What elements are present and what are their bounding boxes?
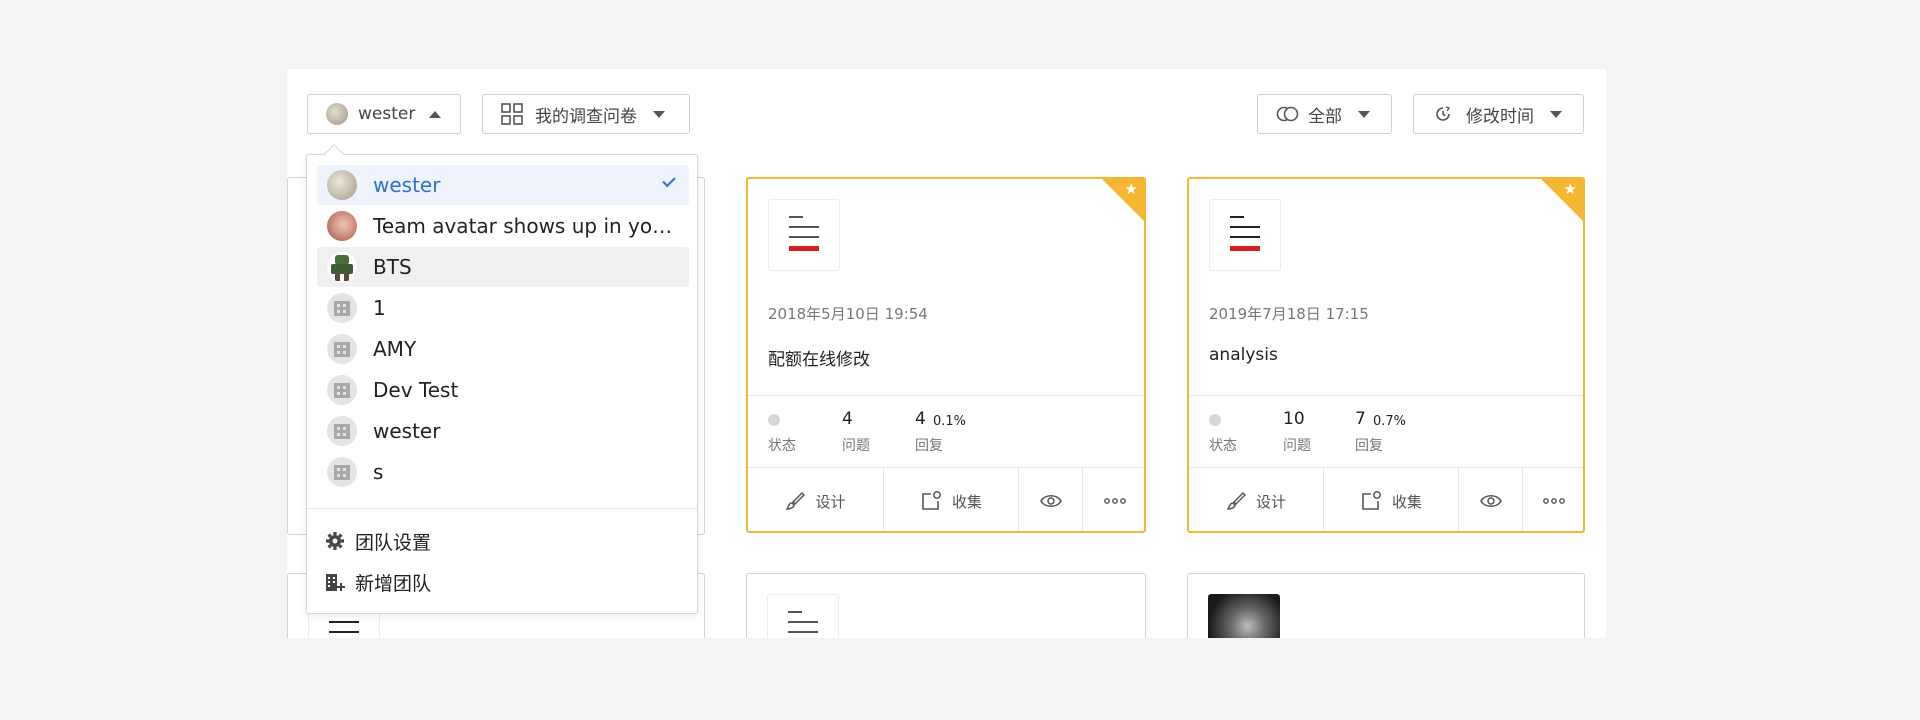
survey-title[interactable]: analysis: [1209, 345, 1278, 365]
survey-date: 2019年7月18日 17:15: [1209, 305, 1369, 323]
filter-all-label: 全部: [1308, 106, 1342, 127]
preview-button[interactable]: [1019, 468, 1082, 531]
collect-icon: [1362, 491, 1381, 510]
design-button[interactable]: 设计: [748, 468, 883, 531]
team-avatar: [327, 252, 357, 282]
my-surveys-label: 我的调查问卷: [535, 106, 637, 127]
questions-label: 问题: [842, 438, 870, 454]
more-button[interactable]: [1523, 468, 1583, 531]
status-label: 状态: [1209, 438, 1237, 454]
team-option-label: s: [373, 460, 384, 484]
team-dropdown-menu: wester Team avatar shows up in your surv…: [306, 144, 698, 614]
team-switcher-label: wester: [358, 104, 416, 124]
team-avatar: [327, 170, 357, 200]
status-dot: [1209, 414, 1221, 426]
collect-label: 收集: [951, 492, 982, 511]
team-settings-item[interactable]: 团队设置: [325, 521, 431, 561]
sort-modified-label: 修改时间: [1466, 106, 1534, 127]
survey-card[interactable]: ★ 2018年5月10日 19:54 配额在线修改 状态 4 问题 4 0.1%…: [746, 177, 1146, 533]
my-surveys-button[interactable]: 我的调查问卷: [482, 94, 690, 134]
survey-thumbnail: [1209, 199, 1281, 271]
building-icon: [327, 416, 357, 446]
star-icon: ★: [1124, 180, 1138, 198]
team-option-s[interactable]: s: [317, 452, 689, 492]
eye-icon: [1479, 495, 1502, 507]
design-label: 设计: [815, 492, 846, 511]
response-rate: 0.1%: [933, 414, 967, 429]
caret-down-icon: [653, 110, 665, 118]
response-rate: 0.7%: [1373, 414, 1407, 429]
building-icon: [327, 293, 357, 323]
survey-card[interactable]: [746, 573, 1146, 638]
divider: [748, 395, 1144, 396]
caret-down-icon: [1550, 110, 1562, 118]
design-label: 设计: [1255, 492, 1286, 511]
star-icon: ★: [1563, 180, 1577, 198]
preview-button[interactable]: [1459, 468, 1522, 531]
team-option-label: 1: [373, 296, 386, 320]
team-option-label: Dev Test: [373, 378, 459, 402]
collect-icon: [922, 491, 941, 510]
divider: [1189, 395, 1583, 396]
grid-icon: [501, 103, 523, 125]
team-option-label: wester: [373, 173, 441, 197]
gear-icon: [326, 532, 344, 550]
team-option-label: wester: [373, 419, 441, 443]
team-option-label: Team avatar shows up in your surveys: [373, 214, 673, 238]
survey-thumbnail-photo: [1208, 594, 1280, 638]
more-button[interactable]: [1083, 468, 1144, 531]
new-team-label: 新增团队: [355, 572, 432, 595]
team-option-label: BTS: [373, 255, 412, 279]
caret-down-icon: [1358, 110, 1370, 118]
responses-label: 回复: [915, 438, 943, 454]
dropdown-divider: [307, 508, 697, 509]
building-icon: [327, 334, 357, 364]
more-icon: [1543, 498, 1565, 504]
status-label: 状态: [768, 438, 796, 454]
survey-card[interactable]: ★ 2019年7月18日 17:15 analysis 状态 10 问题 7 0…: [1187, 177, 1585, 533]
filter-circles-icon: [1276, 106, 1299, 122]
team-option-dev-test[interactable]: Dev Test: [317, 370, 689, 410]
eye-icon: [1039, 495, 1062, 507]
responses-label: 回复: [1355, 438, 1383, 454]
status-dot: [768, 414, 780, 426]
survey-thumbnail: [768, 199, 840, 271]
response-count: 7: [1355, 409, 1366, 429]
team-option-team-avatar[interactable]: Team avatar shows up in your surveys: [317, 206, 689, 246]
team-avatar: [327, 211, 357, 241]
collect-button[interactable]: 收集: [1324, 468, 1458, 531]
team-switcher-button[interactable]: wester: [307, 94, 461, 134]
collect-label: 收集: [1391, 492, 1422, 511]
filter-all-button[interactable]: 全部: [1257, 94, 1392, 134]
team-option-label: AMY: [373, 337, 417, 361]
add-building-icon: [326, 574, 345, 591]
brush-icon: [1226, 491, 1246, 510]
team-option-amy[interactable]: AMY: [317, 329, 689, 369]
clock-sort-icon: [1436, 106, 1451, 121]
team-option-1[interactable]: 1: [317, 288, 689, 328]
building-icon: [327, 375, 357, 405]
questions-label: 问题: [1283, 438, 1311, 454]
building-icon: [327, 457, 357, 487]
question-count: 4: [842, 409, 853, 429]
team-option-wester-2[interactable]: wester: [317, 411, 689, 451]
survey-thumbnail: [767, 594, 839, 638]
sort-modified-button[interactable]: 修改时间: [1413, 94, 1584, 134]
survey-date: 2018年5月10日 19:54: [768, 305, 928, 323]
design-button[interactable]: 设计: [1189, 468, 1323, 531]
collect-button[interactable]: 收集: [884, 468, 1018, 531]
survey-title[interactable]: 配额在线修改: [768, 345, 870, 370]
more-icon: [1103, 498, 1126, 504]
team-option-wester[interactable]: wester: [317, 165, 689, 205]
brush-icon: [786, 491, 806, 510]
team-settings-label: 团队设置: [355, 531, 432, 554]
question-count: 10: [1283, 409, 1305, 429]
response-count: 4: [915, 409, 926, 429]
new-team-item[interactable]: 新增团队: [325, 562, 431, 602]
team-option-bts[interactable]: BTS: [317, 247, 689, 287]
team-avatar: [326, 103, 348, 125]
survey-card[interactable]: [1187, 573, 1585, 638]
caret-up-icon: [429, 110, 442, 118]
